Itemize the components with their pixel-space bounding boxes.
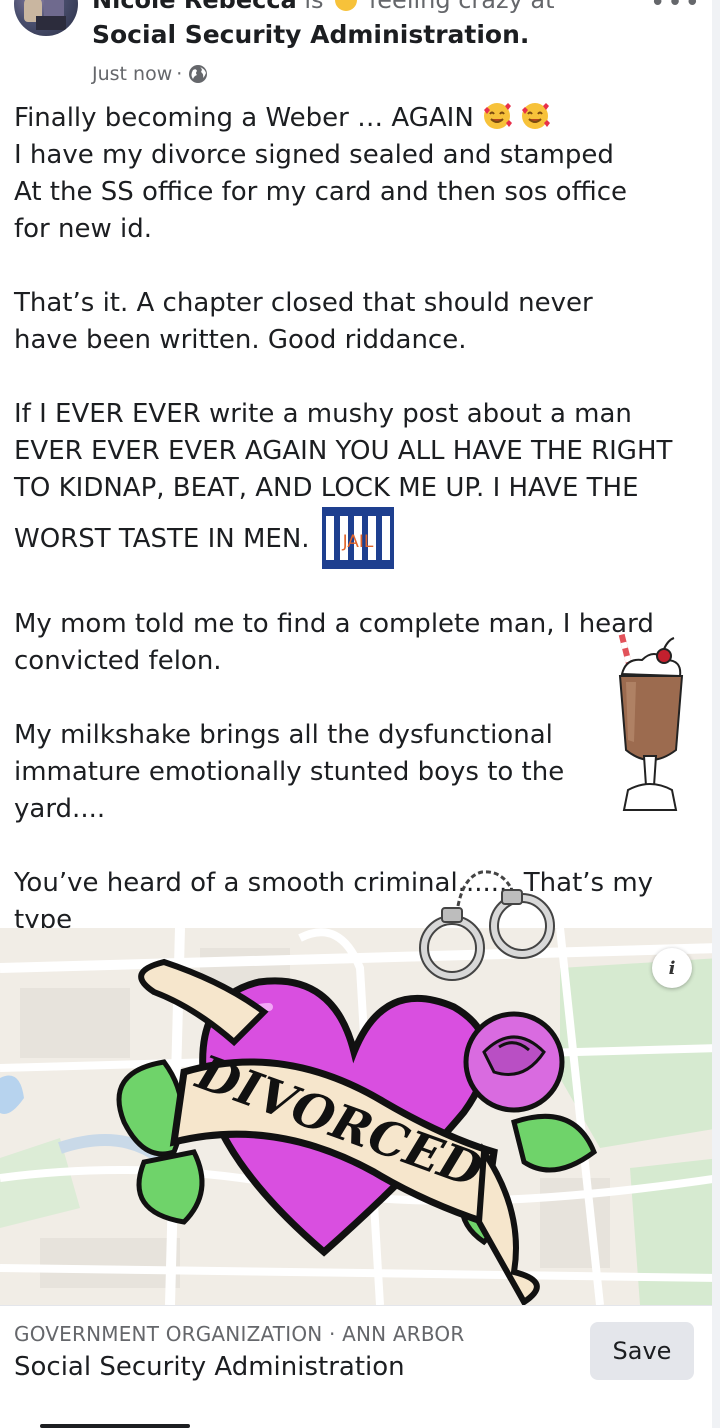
post-line-text: I have my divorce signed sealed and stam…: [14, 140, 614, 170]
map-info-button[interactable]: i: [652, 948, 692, 988]
divorced-heart-sticker: DIVORCED: [116, 958, 598, 1307]
post-line-text: EVER EVER EVER AGAIN YOU ALL HAVE THE RI…: [14, 436, 673, 466]
post-line-text: TO KIDNAP, BEAT, AND LOCK ME UP. I HAVE …: [14, 473, 639, 503]
more-horizontal-icon[interactable]: •••: [650, 0, 702, 18]
feeling-prefix: is: [304, 0, 324, 14]
place-name[interactable]: Social Security Administration: [14, 1352, 405, 1382]
smiling-face-with-hearts-emoji: [484, 103, 513, 129]
place-card[interactable]: GOVERNMENT ORGANIZATION · ANN ARBOR Soci…: [0, 1305, 720, 1397]
milkshake-sticker: [618, 633, 684, 811]
post-line-text: convicted felon.: [14, 646, 222, 676]
post-line-text: WORST TASTE IN MEN.: [14, 524, 310, 554]
timestamp[interactable]: Just now: [92, 63, 172, 85]
post-line-text: have been written. Good riddance.: [14, 325, 467, 355]
bottom-handle: [40, 1424, 190, 1428]
post-line: WORST TASTE IN MEN. JAIL: [14, 507, 694, 569]
bottom-bar: [0, 1397, 720, 1428]
checkin-location[interactable]: Social Security Administration.: [92, 20, 529, 49]
post-header: Nicole Rebecca is feeling crazy at ••• S…: [0, 0, 720, 100]
post-line-text: Finally becoming a Weber … AGAIN: [14, 103, 474, 133]
post-author-line: Nicole Rebecca is feeling crazy at: [92, 0, 652, 14]
post-line-text: yard....: [14, 794, 106, 824]
post-line-text: for new id.: [14, 214, 153, 244]
smiling-face-with-hearts-emoji: [522, 103, 551, 129]
post-line-text: My milkshake brings all the dysfunctiona…: [14, 720, 553, 750]
post-line-text: At the SS office for my card and then so…: [14, 177, 628, 207]
crazy-face-icon: [335, 0, 358, 11]
post-screen: Nicole Rebecca is feeling crazy at ••• S…: [0, 0, 720, 1428]
post-line-text: If I EVER EVER write a mushy post about …: [14, 399, 632, 429]
post-body: Finally becoming a Weber … AGAIN I have …: [14, 100, 694, 939]
post-line-text: You’ve heard of a smooth criminal.......…: [14, 868, 654, 898]
avatar[interactable]: [14, 0, 78, 36]
author-name[interactable]: Nicole Rebecca: [92, 0, 297, 14]
post-line: Finally becoming a Weber … AGAIN: [14, 100, 694, 137]
post-line-text: immature emotionally stunted boys to the: [14, 757, 565, 787]
right-edge-divider: [712, 0, 720, 1428]
post-line-text: My mom told me to find a complete man, I…: [14, 609, 654, 639]
jail-label: JAIL: [341, 532, 373, 552]
globe-icon: [189, 65, 208, 83]
save-button[interactable]: Save: [590, 1322, 694, 1380]
post-line-text: That’s it. A chapter closed that should …: [14, 288, 593, 318]
jail-sticker: JAIL: [321, 507, 394, 569]
post-meta: Just now ·: [92, 62, 208, 86]
meta-separator: ·: [176, 63, 183, 85]
feeling-text: feeling crazy at: [368, 0, 555, 14]
place-category: GOVERNMENT ORGANIZATION · ANN ARBOR: [14, 1322, 465, 1346]
